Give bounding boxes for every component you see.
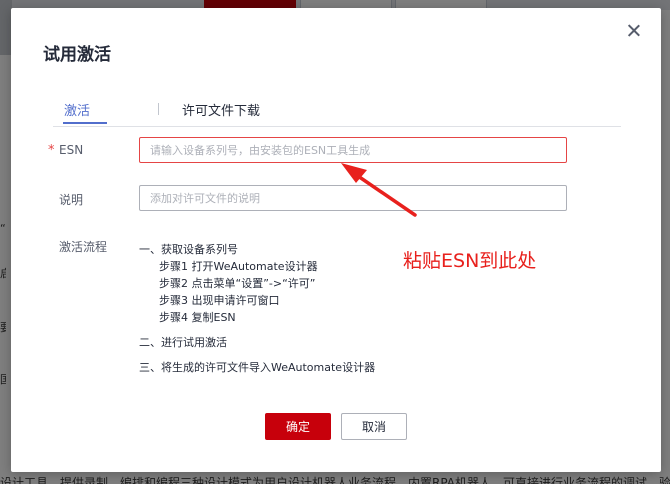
flow-step-1: 一、获取设备系列号	[139, 243, 238, 256]
dialog-title: 试用激活	[43, 45, 111, 65]
esn-label-text: ESN	[59, 143, 84, 157]
active-tab-indicator	[63, 122, 107, 124]
flow-step-3: 三、将生成的许可文件导入WeAutomate设计器	[139, 361, 376, 374]
tab-license-download[interactable]: 许可文件下载	[182, 100, 260, 119]
flow-substep: 步骤1 打开WeAutomate设计器	[159, 260, 318, 273]
annotation-text: 粘贴ESN到此处	[403, 250, 537, 272]
tab-bar: 激活 许可文件下载	[53, 98, 621, 127]
annotation-arrow-icon	[341, 163, 417, 217]
flow-label: 激活流程	[59, 240, 108, 254]
flow-substep: 步骤2 点击菜单“设置”->“许可”	[159, 277, 316, 290]
cancel-button[interactable]: 取消	[341, 413, 407, 440]
esn-label: * ESN	[48, 143, 84, 158]
close-icon[interactable]	[625, 22, 643, 40]
confirm-button[interactable]: 确定	[265, 413, 331, 440]
trial-activation-dialog: 试用激活 激活 许可文件下载 * ESN 说明 激活流程 一、获取设备系列号 步…	[11, 8, 661, 472]
tab-activate[interactable]: 激活	[64, 100, 90, 119]
flow-substep: 步骤4 复制ESN	[159, 311, 236, 324]
flow-step-2: 二、进行试用激活	[139, 336, 227, 349]
esn-input[interactable]	[139, 137, 567, 163]
activation-flow: 一、获取设备系列号 步骤1 打开WeAutomate设计器 步骤2 点击菜单“设…	[139, 241, 375, 376]
required-mark: *	[48, 143, 55, 158]
description-label: 说明	[59, 193, 84, 207]
tab-divider	[158, 103, 159, 115]
flow-substep: 步骤3 出现申请许可窗口	[159, 294, 280, 307]
description-input[interactable]	[139, 185, 567, 211]
